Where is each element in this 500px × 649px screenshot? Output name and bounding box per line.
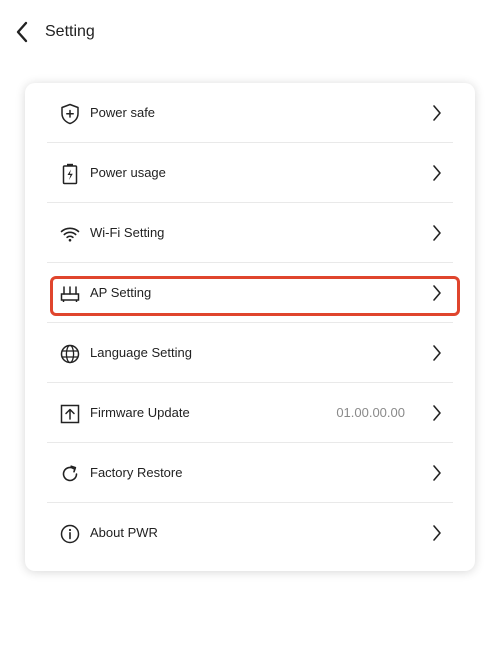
- settings-item-label: Factory Restore: [90, 465, 183, 480]
- settings-item-label: Wi-Fi Setting: [90, 225, 165, 240]
- settings-item-wifi-setting[interactable]: Wi-Fi Setting: [47, 203, 453, 263]
- wifi-icon: [59, 223, 81, 245]
- settings-card: Power safe Power usage Wi-Fi Setting AP …: [25, 83, 475, 571]
- settings-item-language-setting[interactable]: Language Setting: [47, 323, 453, 383]
- chevron-right-icon: [431, 404, 443, 422]
- settings-item-factory-restore[interactable]: Factory Restore: [47, 443, 453, 503]
- back-button[interactable]: [8, 18, 36, 46]
- settings-item-label: AP Setting: [90, 285, 152, 300]
- firmware-version: 01.00.00.00: [336, 405, 405, 420]
- settings-item-ap-setting[interactable]: AP Setting: [47, 263, 453, 323]
- router-icon: [59, 283, 81, 305]
- refresh-icon: [59, 463, 81, 485]
- chevron-right-icon: [431, 284, 443, 302]
- globe-icon: [59, 343, 81, 365]
- chevron-left-icon: [15, 21, 29, 43]
- chevron-right-icon: [431, 104, 443, 122]
- page-title: Setting: [45, 23, 95, 40]
- header: Setting: [0, 0, 500, 64]
- upload-icon: [59, 403, 81, 425]
- settings-item-label: Firmware Update: [90, 405, 190, 420]
- settings-item-firmware-update[interactable]: Firmware Update 01.00.00.00: [47, 383, 453, 443]
- settings-item-label: About PWR: [90, 525, 158, 540]
- chevron-right-icon: [431, 344, 443, 362]
- settings-item-label: Language Setting: [90, 345, 192, 360]
- chevron-right-icon: [431, 464, 443, 482]
- battery-charge-icon: [59, 163, 81, 185]
- settings-item-power-safe[interactable]: Power safe: [47, 83, 453, 143]
- chevron-right-icon: [431, 164, 443, 182]
- info-icon: [59, 523, 81, 545]
- settings-item-label: Power safe: [90, 105, 156, 120]
- settings-item-power-usage[interactable]: Power usage: [47, 143, 453, 203]
- chevron-right-icon: [431, 524, 443, 542]
- chevron-right-icon: [431, 224, 443, 242]
- shield-plus-icon: [59, 103, 81, 125]
- settings-item-label: Power usage: [90, 165, 166, 180]
- settings-item-about-pwr[interactable]: About PWR: [47, 503, 453, 563]
